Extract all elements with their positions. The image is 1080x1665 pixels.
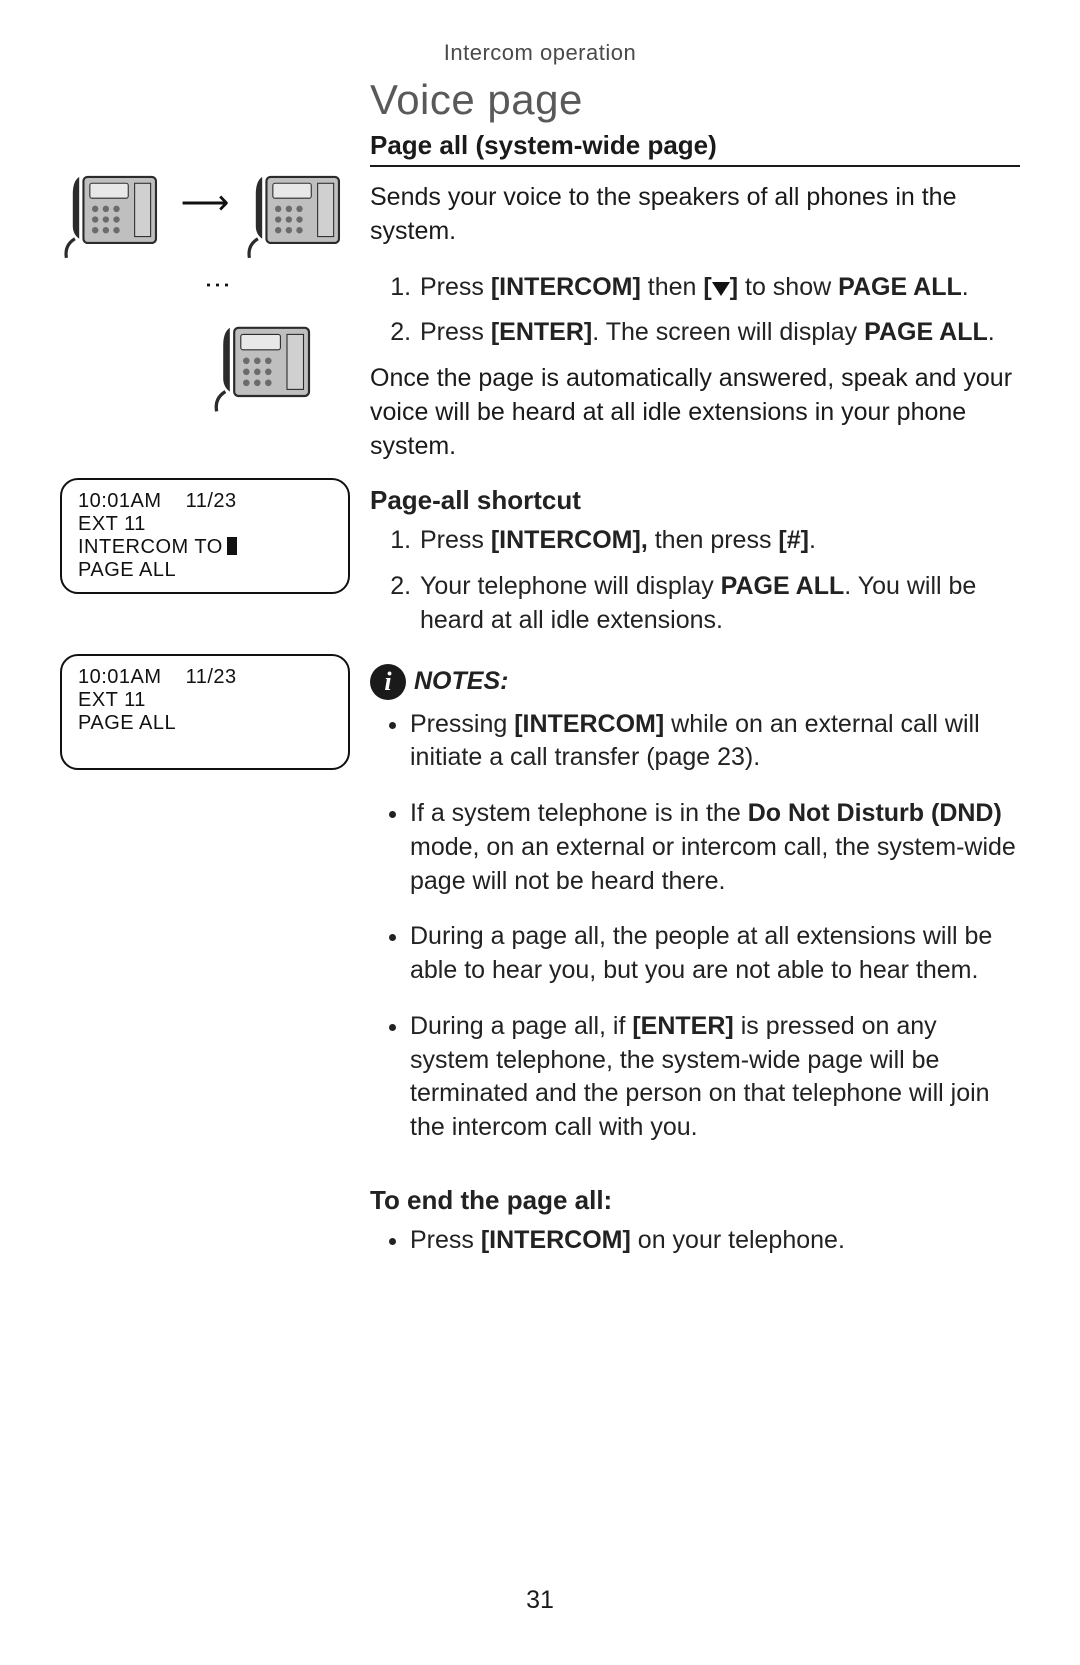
cursor-icon bbox=[227, 537, 237, 555]
section1-after: Once the page is automatically answered,… bbox=[370, 362, 1020, 463]
text: . The screen will display bbox=[592, 318, 864, 346]
list-item: During a page all, the people at all ext… bbox=[410, 920, 1020, 988]
text: Your telephone will display bbox=[420, 572, 721, 600]
list-item: Press [INTERCOM] then [] to show PAGE AL… bbox=[418, 271, 1020, 305]
text: Press bbox=[420, 318, 491, 346]
lcd2-line2: EXT 11 bbox=[78, 689, 332, 712]
lcd2-time: 10:01AM bbox=[78, 666, 162, 689]
list-item: Press [ENTER]. The screen will display P… bbox=[418, 316, 1020, 350]
lcd2-line3: PAGE ALL bbox=[78, 712, 332, 735]
section1-intro: Sends your voice to the speakers of all … bbox=[370, 181, 1020, 249]
info-icon: i bbox=[370, 664, 406, 700]
key-intercom: [INTERCOM], bbox=[491, 526, 648, 554]
key-intercom: [INTERCOM] bbox=[514, 710, 664, 738]
left-illustration-column: ⟶ ⋮ bbox=[60, 76, 370, 770]
lcd2-date: 11/23 bbox=[186, 666, 237, 689]
key-enter: [ENTER] bbox=[491, 318, 592, 346]
phone-diagram-row: ⟶ bbox=[60, 156, 350, 266]
section2-steps: Press [INTERCOM], then press [#]. Your t… bbox=[370, 524, 1020, 637]
text: mode, on an external or intercom call, t… bbox=[410, 833, 1016, 895]
lcd1-line2: EXT 11 bbox=[78, 513, 332, 536]
text: Press bbox=[410, 1226, 481, 1254]
list-item: During a page all, if [ENTER] is pressed… bbox=[410, 1010, 1020, 1145]
notes-label: NOTES: bbox=[414, 667, 508, 696]
page-number: 31 bbox=[0, 1586, 1080, 1615]
key-enter: [ENTER] bbox=[632, 1012, 733, 1040]
label-page-all: PAGE ALL bbox=[864, 318, 988, 346]
lcd1-time: 10:01AM bbox=[78, 490, 162, 513]
vertical-ellipsis-icon: ⋮ bbox=[210, 272, 226, 302]
section1-heading: Page all (system-wide page) bbox=[370, 130, 1020, 161]
notes-heading: i NOTES: bbox=[370, 664, 1020, 700]
list-item: Your telephone will display PAGE ALL. Yo… bbox=[418, 570, 1020, 638]
section2-heading: Page-all shortcut bbox=[370, 485, 1020, 516]
page-title: Voice page bbox=[370, 76, 1020, 124]
list-item: If a system telephone is in the Do Not D… bbox=[410, 797, 1020, 898]
down-triangle-icon bbox=[712, 282, 730, 296]
text: Press bbox=[420, 526, 491, 554]
text: to show bbox=[738, 273, 838, 301]
list-item: Press [INTERCOM], then press [#]. bbox=[418, 524, 1020, 558]
section1-steps: Press [INTERCOM] then [] to show PAGE AL… bbox=[370, 271, 1020, 351]
key-intercom: [INTERCOM] bbox=[481, 1226, 631, 1254]
text: then press bbox=[648, 526, 779, 554]
text: . bbox=[809, 526, 816, 554]
text: If a system telephone is in the bbox=[410, 799, 748, 827]
arrow-right-icon: ⟶ bbox=[181, 186, 230, 220]
lcd1-line4: PAGE ALL bbox=[78, 559, 332, 582]
lcd1-line3-text: INTERCOM TO bbox=[78, 536, 223, 558]
text: . bbox=[988, 318, 995, 346]
label-dnd: Do Not Disturb (DND) bbox=[748, 799, 1002, 827]
phone-icon bbox=[60, 156, 167, 266]
text: During a page all, if bbox=[410, 1012, 632, 1040]
end-heading: To end the page all: bbox=[370, 1185, 1020, 1216]
list-item: Press [INTERCOM] on your telephone. bbox=[410, 1224, 1020, 1258]
key-hash: [#] bbox=[778, 526, 809, 554]
text: on your telephone. bbox=[631, 1226, 845, 1254]
phone-icon bbox=[243, 156, 350, 266]
end-list: Press [INTERCOM] on your telephone. bbox=[370, 1224, 1020, 1258]
text: . bbox=[962, 273, 969, 301]
lcd-screen-2: 10:01AM 11/23 EXT 11 PAGE ALL bbox=[60, 654, 350, 770]
lcd1-date: 11/23 bbox=[186, 490, 237, 513]
text: Press bbox=[420, 273, 491, 301]
header-category: Intercom operation bbox=[60, 40, 1020, 66]
text: Pressing bbox=[410, 710, 514, 738]
lcd1-line3: INTERCOM TO bbox=[78, 536, 332, 559]
phone-icon bbox=[210, 308, 320, 418]
key-down: [] bbox=[703, 273, 738, 301]
main-text-column: Voice page Page all (system-wide page) S… bbox=[370, 76, 1020, 1264]
text: then bbox=[641, 273, 704, 301]
label-page-all: PAGE ALL bbox=[721, 572, 845, 600]
heading-rule bbox=[370, 165, 1020, 167]
notes-list: Pressing [INTERCOM] while on an external… bbox=[370, 708, 1020, 1145]
lcd-screen-1: 10:01AM 11/23 EXT 11 INTERCOM TO PAGE AL… bbox=[60, 478, 350, 594]
list-item: Pressing [INTERCOM] while on an external… bbox=[410, 708, 1020, 776]
label-page-all: PAGE ALL bbox=[838, 273, 962, 301]
key-intercom: [INTERCOM] bbox=[491, 273, 641, 301]
